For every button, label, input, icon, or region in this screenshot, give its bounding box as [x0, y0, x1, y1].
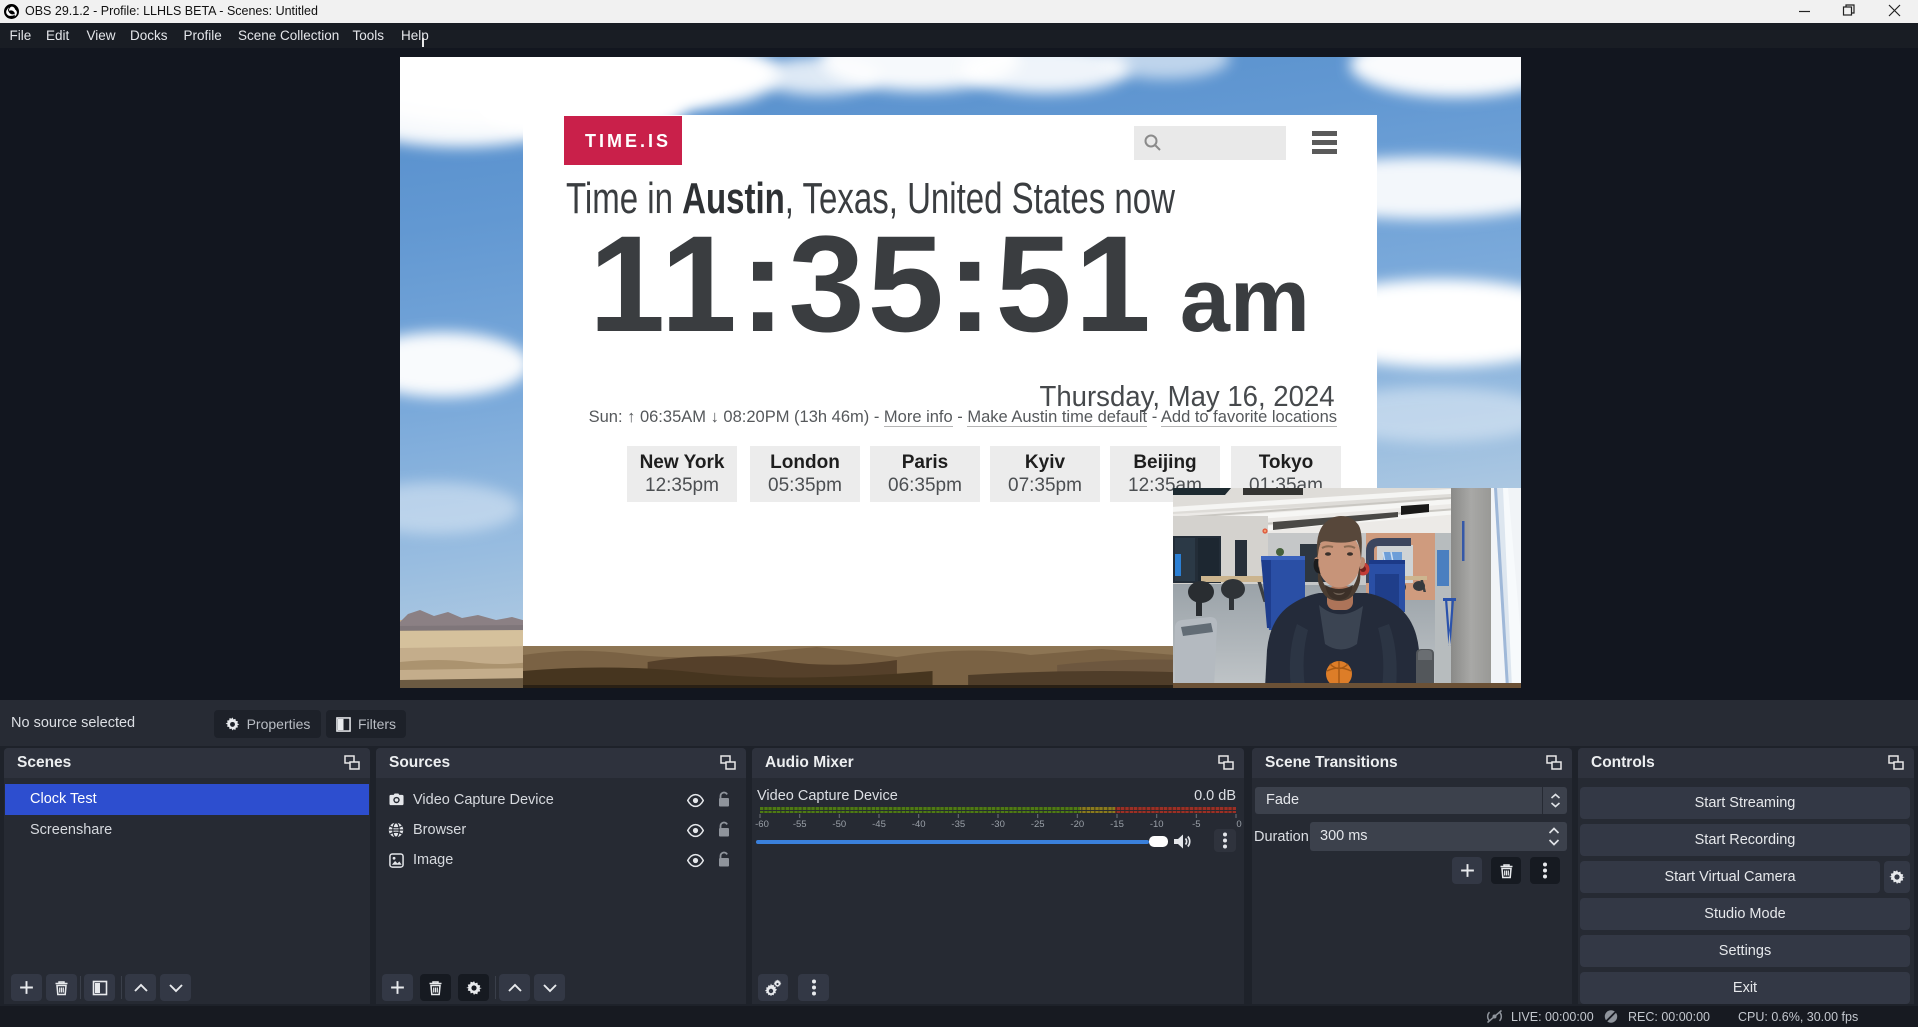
svg-text:-5: -5 [1192, 819, 1200, 828]
svg-text:-10: -10 [1150, 819, 1164, 828]
svg-text:-15: -15 [1110, 819, 1124, 828]
svg-text:-40: -40 [912, 819, 926, 828]
svg-text:0: 0 [1236, 819, 1241, 828]
svg-text:-25: -25 [1031, 819, 1045, 828]
svg-text:-50: -50 [832, 819, 846, 828]
svg-text:-35: -35 [951, 819, 965, 828]
svg-text:-20: -20 [1070, 819, 1084, 828]
svg-text:-55: -55 [793, 819, 807, 828]
svg-text:-60: -60 [755, 819, 769, 828]
svg-text:-30: -30 [991, 819, 1005, 828]
svg-text:-45: -45 [872, 819, 886, 828]
